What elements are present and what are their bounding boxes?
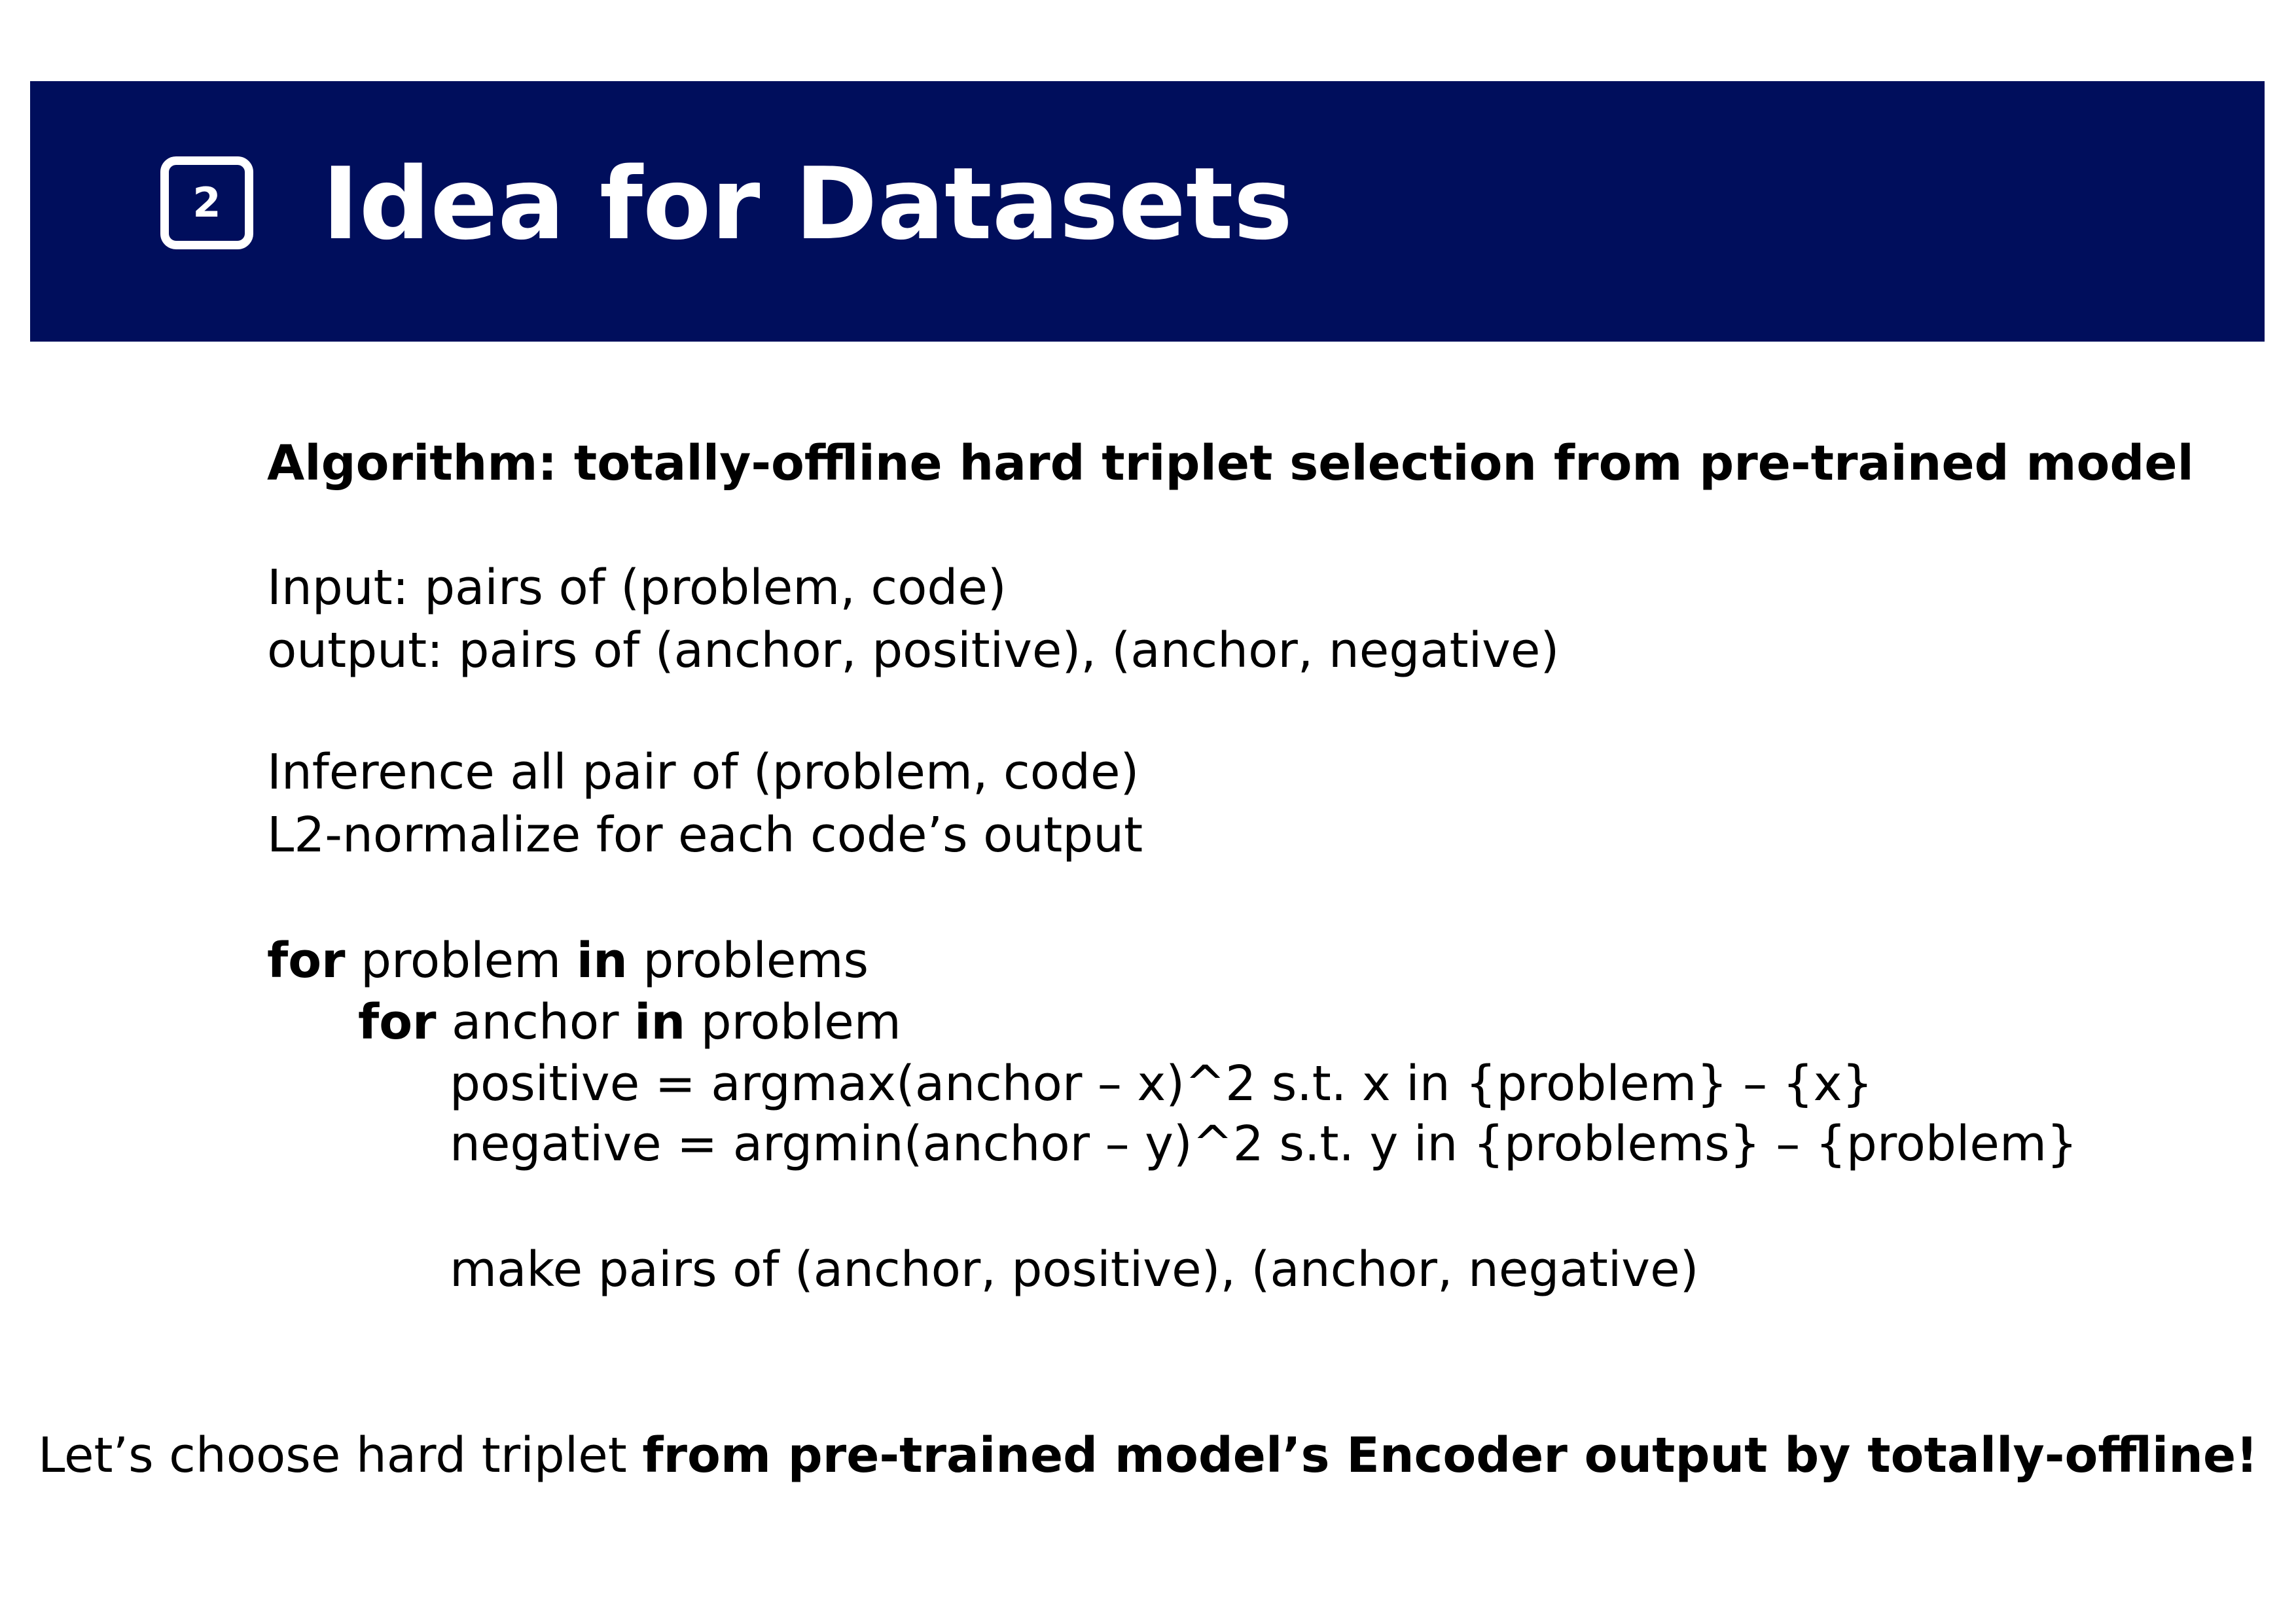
positive-selection-line: positive = argmax(anchor – x)^2 s.t. x i… <box>450 1056 1873 1112</box>
loop-collection: problems <box>627 933 869 989</box>
keyword-for: for <box>358 994 437 1050</box>
algorithm-output: output: pairs of (anchor, positive), (an… <box>267 622 1560 679</box>
algorithm-input: Input: pairs of (problem, code) <box>267 560 1007 616</box>
loop-variable: anchor <box>436 994 635 1050</box>
footer-bold-text: from pre-trained model’s Encoder output … <box>642 1427 2258 1484</box>
keyword-in: in <box>576 933 628 989</box>
loop-variable: problem <box>345 933 577 989</box>
algorithm-step-inference: Inference all pair of (problem, code) <box>267 744 1139 800</box>
inner-loop-line: for anchor in problem <box>358 991 901 1054</box>
footer-normal-text: Let’s choose hard triplet <box>38 1427 643 1484</box>
algorithm-step-normalize: L2-normalize for each code’s output <box>267 807 1143 863</box>
keyword-in: in <box>634 994 686 1050</box>
negative-selection-line: negative = argmin(anchor – y)^2 s.t. y i… <box>450 1116 2078 1172</box>
keyword-for: for <box>267 933 346 989</box>
outer-loop-line: for problem in problems <box>267 929 869 992</box>
section-number-badge: 2 <box>160 156 253 249</box>
slide-title: Idea for Datasets <box>322 146 1293 262</box>
make-pairs-line: make pairs of (anchor, positive), (ancho… <box>450 1241 1699 1298</box>
footer-summary: Let’s choose hard triplet from pre-train… <box>0 1423 2296 1488</box>
algorithm-title: Algorithm: totally-offline hard triplet … <box>267 435 2194 491</box>
loop-collection: problem <box>685 994 901 1050</box>
